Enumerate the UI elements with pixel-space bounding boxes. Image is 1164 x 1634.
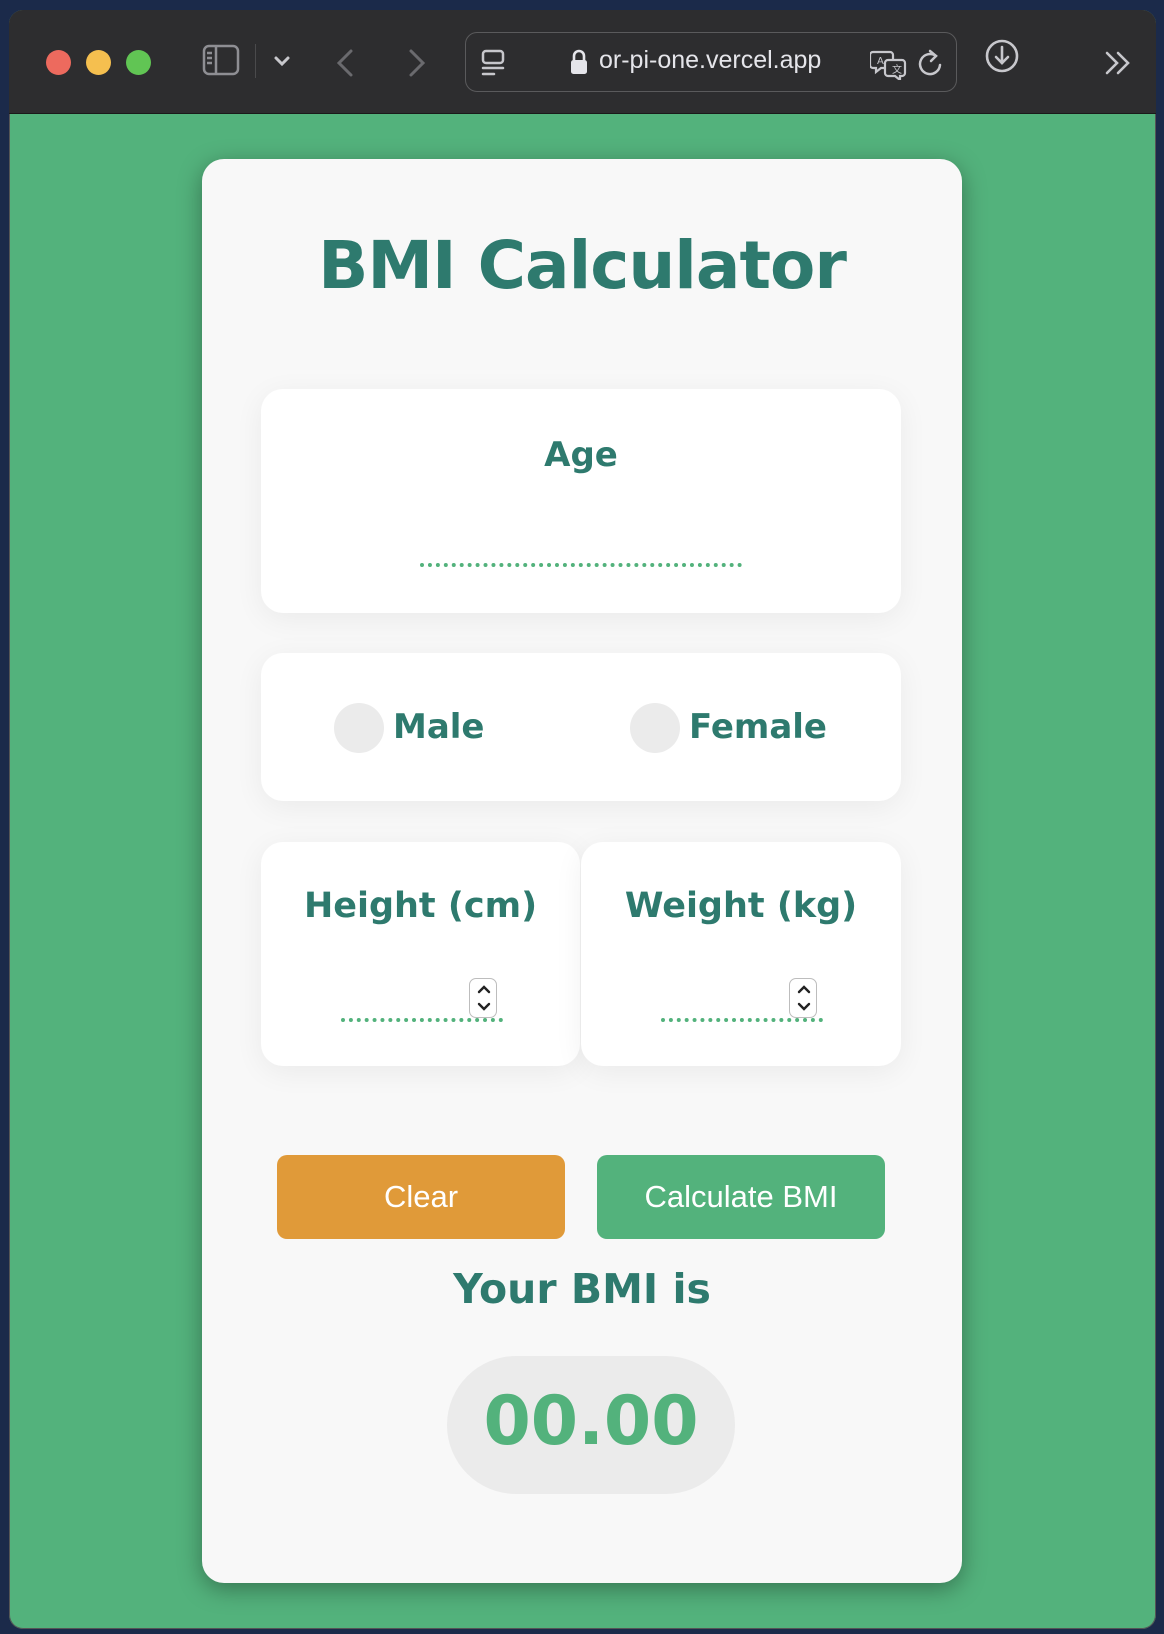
height-label: Height (cm) (303, 886, 538, 926)
stepper-up-icon[interactable] (476, 983, 492, 995)
weight-stepper[interactable] (789, 978, 817, 1018)
chevron-down-icon[interactable] (273, 52, 291, 70)
male-radio[interactable] (334, 703, 384, 753)
svg-text:A: A (877, 56, 884, 67)
height-panel: Height (cm) (261, 842, 580, 1066)
url-text[interactable]: or-pi-one.vercel.app (599, 46, 821, 75)
reload-icon[interactable] (917, 48, 945, 78)
weight-panel: Weight (kg) (581, 842, 901, 1066)
result-label: Your BMI is (453, 1265, 711, 1313)
translate-icon[interactable]: A 文 (870, 48, 908, 80)
svg-text:文: 文 (892, 63, 902, 76)
download-icon[interactable] (984, 38, 1020, 74)
height-stepper[interactable] (469, 978, 497, 1018)
male-label[interactable]: Male (393, 707, 485, 747)
more-chevrons-icon[interactable] (1103, 50, 1133, 76)
page-title: BMI Calculator (318, 227, 847, 304)
close-window-button[interactable] (46, 50, 71, 75)
sidebar-toggle-icon[interactable] (202, 44, 240, 76)
stepper-up-icon[interactable] (796, 983, 812, 995)
bmi-value: 00.00 (483, 1382, 699, 1461)
age-panel: Age (261, 389, 901, 613)
female-label[interactable]: Female (689, 707, 827, 747)
clear-button[interactable]: Clear (277, 1155, 565, 1239)
forward-arrow-icon[interactable] (407, 48, 427, 78)
age-label: Age (544, 435, 618, 475)
zoom-window-button[interactable] (126, 50, 151, 75)
result-display: 00.00 (447, 1356, 735, 1494)
browser-window: or-pi-one.vercel.app A 文 BMI Calculator (9, 10, 1156, 1629)
age-input[interactable] (420, 531, 742, 567)
calculate-bmi-button[interactable]: Calculate BMI (597, 1155, 885, 1239)
stepper-down-icon[interactable] (796, 1001, 812, 1013)
female-radio[interactable] (630, 703, 680, 753)
back-arrow-icon[interactable] (335, 48, 355, 78)
toolbar-separator (255, 44, 256, 78)
tab-overview-icon[interactable] (480, 49, 506, 77)
weight-label: Weight (kg) (624, 886, 858, 926)
gender-panel: Male Female (261, 653, 901, 801)
lock-icon (571, 49, 587, 74)
minimize-window-button[interactable] (86, 50, 111, 75)
address-bar[interactable]: or-pi-one.vercel.app A 文 (465, 32, 957, 92)
stepper-down-icon[interactable] (476, 1001, 492, 1013)
bmi-card: BMI Calculator Age Male Female Height (c… (202, 159, 962, 1583)
browser-toolbar: or-pi-one.vercel.app A 文 (9, 10, 1156, 114)
